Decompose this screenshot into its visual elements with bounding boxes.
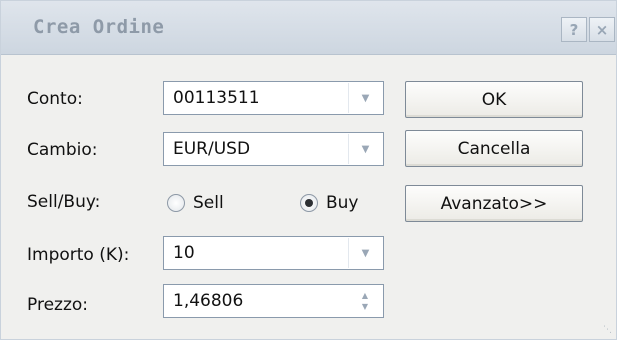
resize-grip-icon[interactable]: ⋱ [603, 325, 612, 335]
buy-radio[interactable]: Buy [300, 193, 359, 213]
price-value: 1,46806 [173, 291, 244, 311]
sell-radio-circle[interactable] [167, 194, 185, 212]
ok-button[interactable]: OK [405, 81, 583, 118]
sell-radio-label: Sell [193, 193, 224, 213]
price-label: Prezzo: [27, 295, 89, 315]
symbol-value: EUR/USD [173, 139, 251, 159]
title-bar[interactable]: Crea Ordine ? × [1, 1, 616, 55]
symbol-label: Cambio: [27, 140, 98, 160]
help-button[interactable]: ? [561, 17, 587, 42]
symbol-select[interactable]: EUR/USD ▼ [163, 132, 384, 166]
advanced-button[interactable]: Avanzato>> [405, 185, 583, 222]
account-select[interactable]: 00113511 ▼ [163, 81, 384, 115]
account-label: Conto: [27, 89, 83, 109]
account-value: 00113511 [173, 88, 260, 108]
amount-label: Importo (K): [27, 245, 130, 265]
side-label: Sell/Buy: [27, 192, 101, 212]
buy-radio-circle[interactable] [300, 194, 318, 212]
sell-radio[interactable]: Sell [167, 193, 224, 213]
window-title: Crea Ordine [33, 16, 165, 38]
close-button[interactable]: × [589, 17, 615, 42]
chevron-down-icon[interactable]: ▼ [348, 238, 382, 268]
spinner-icon[interactable]: ▲ ▼ [348, 286, 382, 316]
amount-value: 10 [173, 243, 195, 263]
chevron-down-icon[interactable]: ▼ [348, 83, 382, 113]
chevron-down-icon[interactable]: ▼ [348, 134, 382, 164]
buy-radio-label: Buy [326, 193, 359, 213]
price-spinner[interactable]: 1,46806 ▲ ▼ [163, 284, 384, 318]
amount-select[interactable]: 10 ▼ [163, 236, 384, 270]
cancel-button[interactable]: Cancella [405, 130, 583, 167]
create-order-dialog: Crea Ordine ? × Conto: 00113511 ▼ Cambio… [0, 0, 617, 340]
